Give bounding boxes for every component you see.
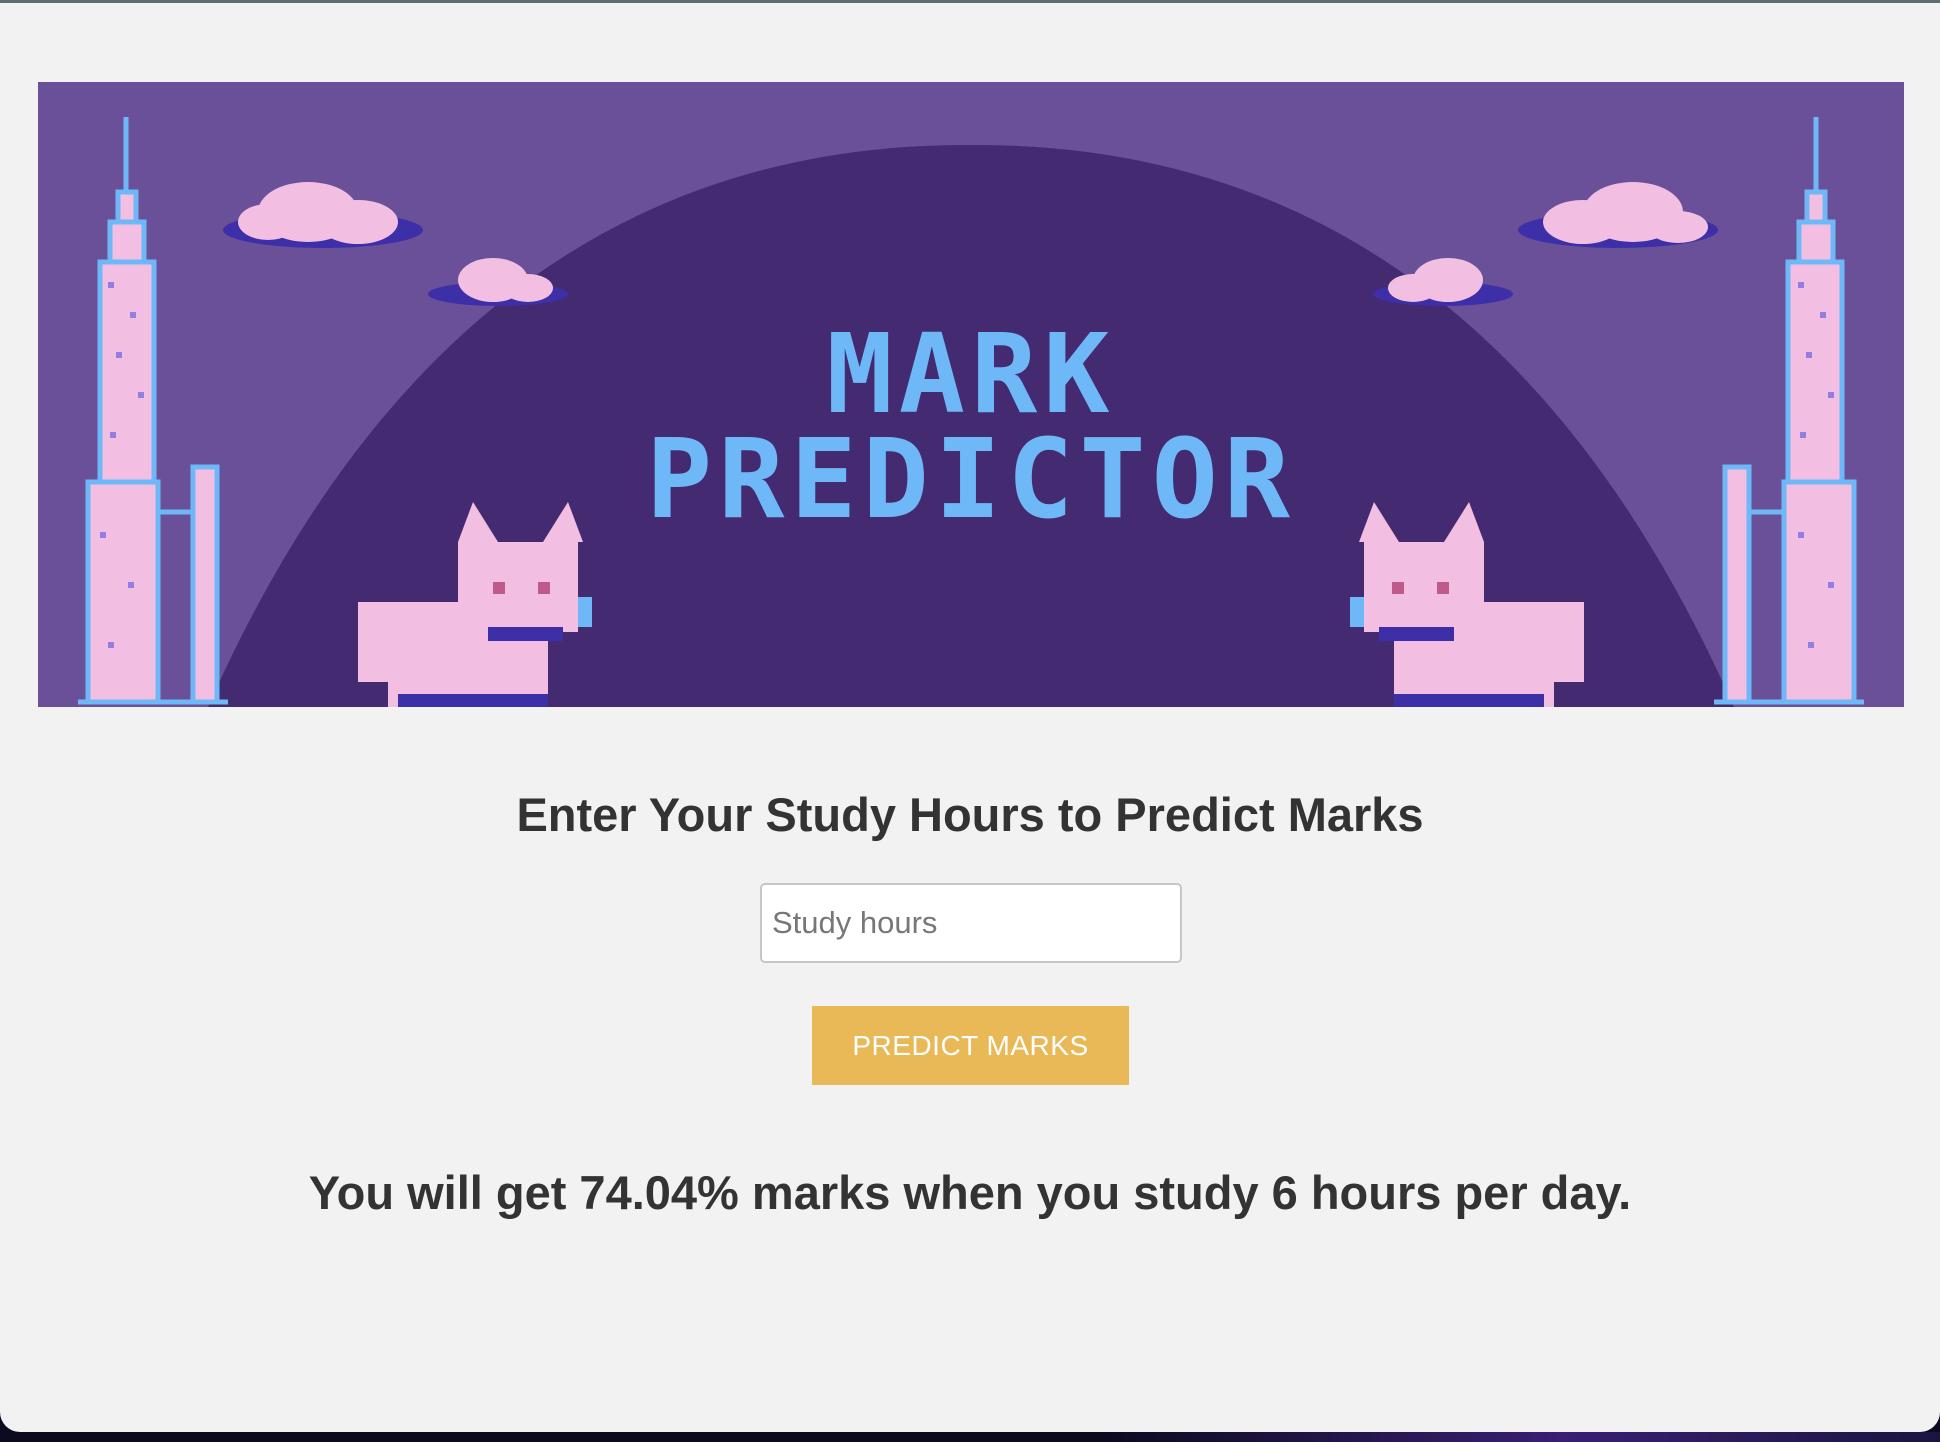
study-hours-input[interactable]: [760, 883, 1182, 963]
banner-image: MARK PREDICTOR: [38, 82, 1904, 707]
prediction-result: You will get 74.04% marks when you study…: [308, 1166, 1632, 1219]
cloud-icon: [223, 182, 423, 248]
desktop-background-strip: [1100, 1432, 1940, 1442]
page-heading: Enter Your Study Hours to Predict Marks: [516, 788, 1424, 841]
cloud-icon: [1518, 182, 1718, 248]
tower-icon: [1714, 117, 1864, 705]
page: MARK PREDICTOR Enter Your Study Hours to…: [0, 3, 1940, 1432]
banner-title-line2: PREDICTOR: [646, 415, 1296, 543]
cloud-icon: [1373, 258, 1513, 306]
predict-marks-button[interactable]: PREDICT MARKS: [812, 1006, 1129, 1085]
tower-icon: [78, 117, 228, 705]
cloud-icon: [428, 258, 568, 306]
